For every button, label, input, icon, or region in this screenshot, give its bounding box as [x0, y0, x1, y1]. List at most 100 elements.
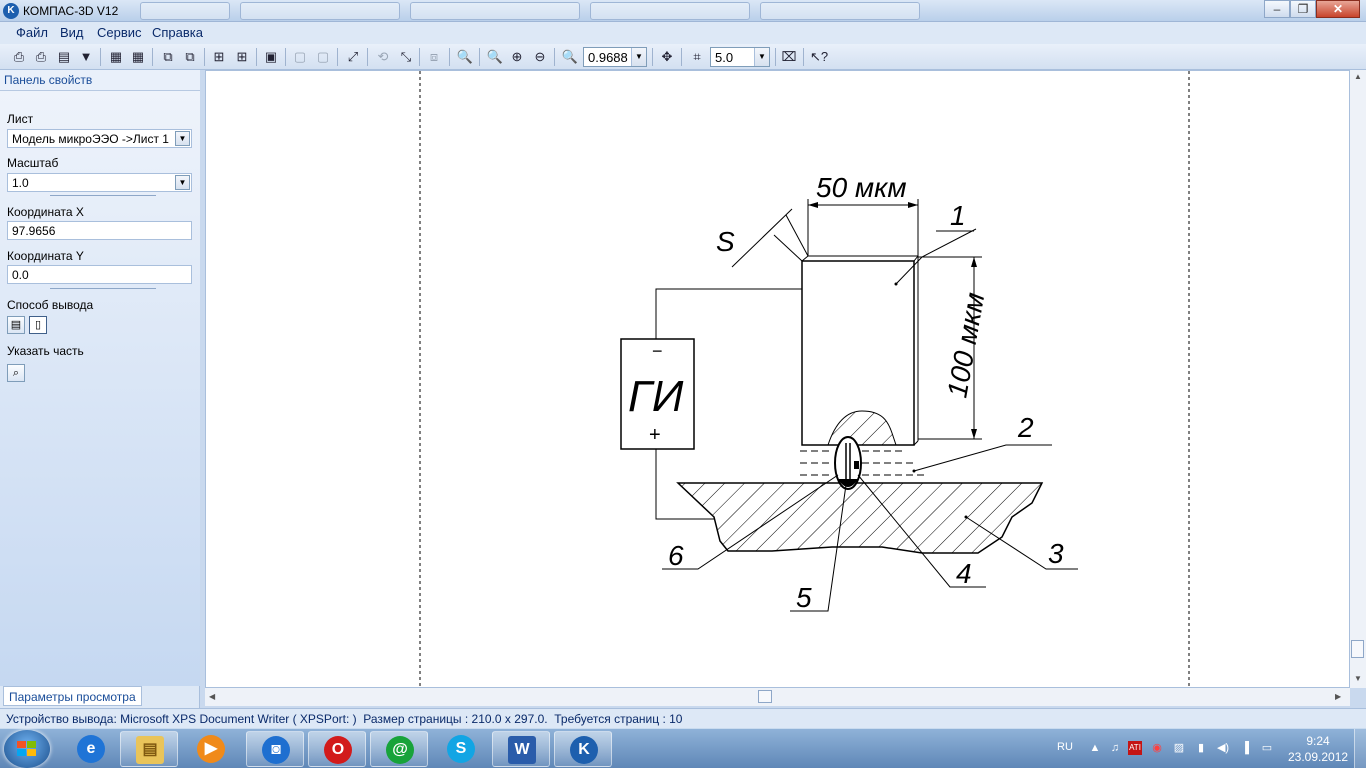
- show-desktop-button[interactable]: [1354, 729, 1366, 768]
- signal-icon[interactable]: ▐: [1238, 741, 1252, 755]
- tray-expand-icon[interactable]: ▲: [1088, 741, 1102, 755]
- battery-icon[interactable]: ▭: [1260, 741, 1274, 755]
- y-input[interactable]: 0.0: [7, 265, 192, 284]
- zoom-out-icon[interactable]: ⊖: [531, 48, 549, 66]
- copy-sheet-icon[interactable]: ⧉: [159, 48, 177, 66]
- usb-icon[interactable]: ▮: [1194, 741, 1208, 755]
- sheet-label: Лист: [7, 112, 34, 126]
- ati-icon[interactable]: ATI: [1128, 741, 1142, 755]
- chevron-down-icon[interactable]: ▼: [175, 175, 190, 190]
- file-explorer-icon[interactable]: ▤: [120, 731, 178, 767]
- scale-select[interactable]: 1.0 ▼: [7, 173, 192, 192]
- layout-icon[interactable]: ▦: [107, 48, 125, 66]
- background-window-strip: [140, 2, 940, 20]
- wire-top: [655, 288, 802, 339]
- kompas-icon[interactable]: K: [554, 731, 612, 767]
- start-button[interactable]: [4, 730, 50, 768]
- arrange-sheets-icon[interactable]: ⧉: [181, 48, 199, 66]
- drawing-canvas[interactable]: 50 мкм 100 мкм S − ГИ + 1 2 3 4 5 6: [205, 70, 1350, 688]
- callout-4: 4: [956, 558, 972, 589]
- zoom-in-icon[interactable]: ⊕: [508, 48, 526, 66]
- divider: [50, 288, 156, 289]
- menu-file[interactable]: Файл: [16, 25, 48, 40]
- panel-header: Панель свойств: [0, 70, 200, 91]
- align-icon[interactable]: ⤡: [397, 48, 415, 66]
- vertical-scroll-thumb[interactable]: [1351, 640, 1364, 658]
- tray-app-icon[interactable]: ♫: [1108, 741, 1122, 755]
- scroll-left-icon[interactable]: ◀: [209, 692, 215, 701]
- chevron-down-icon[interactable]: ▼: [754, 48, 769, 66]
- select-part-icon[interactable]: ⌕: [7, 364, 25, 382]
- grid-icon[interactable]: ⊞: [210, 48, 228, 66]
- skype-icon[interactable]: S: [432, 731, 490, 767]
- horizontal-scrollbar[interactable]: ◀ ▶: [205, 688, 1350, 706]
- fit-sheet-icon[interactable]: ⤢: [344, 48, 362, 66]
- rotate-icon: ⟲: [377, 49, 389, 64]
- metro-app-icon[interactable]: ◙: [246, 731, 304, 767]
- close-preview-icon[interactable]: ⌧: [780, 48, 798, 66]
- zoom-combo[interactable]: 0.9688 ▼: [583, 47, 647, 67]
- scale-label: Масштаб: [7, 156, 59, 170]
- clock-time: 9:24: [1306, 734, 1330, 748]
- pan-icon[interactable]: ✥: [658, 48, 676, 66]
- media-player-icon[interactable]: ▶: [182, 731, 240, 767]
- grid-alt-icon[interactable]: ⊞: [233, 48, 251, 66]
- vertical-scrollbar[interactable]: ▲ ▼: [1350, 70, 1366, 688]
- tile-alt-icon: ▢: [316, 49, 330, 64]
- help-pointer-icon[interactable]: ↖?: [810, 48, 828, 66]
- zoom-frame-icon[interactable]: 🔍: [486, 48, 504, 66]
- opera-icon[interactable]: O: [308, 731, 366, 767]
- tab-view-params[interactable]: Параметры просмотра: [3, 686, 142, 706]
- language-indicator[interactable]: RU: [1057, 741, 1073, 753]
- sheet-value: Модель микроЭЭО ->Лист 1: [12, 132, 169, 146]
- zoom-scale-icon[interactable]: 🔍: [561, 48, 579, 66]
- move-step-icon[interactable]: ⌗: [688, 48, 706, 66]
- tray-opera-icon[interactable]: ◉: [1150, 741, 1164, 755]
- layout-alt-icon[interactable]: ▦: [129, 48, 147, 66]
- horizontal-scroll-thumb[interactable]: [758, 690, 772, 703]
- callout-1: 1: [950, 200, 966, 231]
- scroll-up-icon[interactable]: ▲: [1354, 72, 1362, 81]
- zoom-window-icon[interactable]: 🔍: [456, 48, 474, 66]
- menu-bar: Файл Вид Сервис Справка: [0, 22, 1366, 44]
- generator-minus: −: [652, 341, 663, 361]
- properties-panel: Панель свойств Лист Модель микроЭЭО ->Ли…: [0, 70, 200, 708]
- volume-icon[interactable]: ◀): [1216, 741, 1230, 755]
- mail-agent-icon[interactable]: @: [370, 731, 428, 767]
- step-combo[interactable]: 5.0 ▼: [710, 47, 770, 67]
- output-page-icon[interactable]: ▤: [7, 316, 25, 334]
- table-icon[interactable]: ▣: [262, 48, 280, 66]
- scale-value: 1.0: [12, 176, 29, 190]
- menu-service[interactable]: Сервис: [97, 25, 142, 40]
- window-controls: – ❐ ✕: [1264, 0, 1360, 20]
- print-icon[interactable]: ⎙: [10, 48, 28, 66]
- minimize-icon[interactable]: –: [1264, 0, 1290, 18]
- chevron-down-icon[interactable]: ▼: [631, 48, 646, 66]
- filter-icon[interactable]: ▼: [77, 48, 95, 66]
- word-icon[interactable]: W: [492, 731, 550, 767]
- y-value: 0.0: [12, 268, 29, 282]
- clock-date: 23.09.2012: [1288, 750, 1349, 764]
- network-icon[interactable]: ▨: [1172, 741, 1186, 755]
- page-setup-icon[interactable]: ▤: [55, 48, 73, 66]
- menu-view[interactable]: Вид: [60, 25, 84, 40]
- generator-plus: +: [649, 424, 661, 446]
- scroll-down-icon[interactable]: ▼: [1354, 674, 1362, 683]
- output-label: Способ вывода: [7, 298, 94, 312]
- divider: [50, 195, 156, 196]
- callout-2: 2: [1017, 412, 1034, 443]
- x-label: Координата X: [7, 205, 84, 219]
- chevron-down-icon[interactable]: ▼: [175, 131, 190, 146]
- clock[interactable]: 9:24 23.09.2012: [1288, 733, 1348, 765]
- sheet-select[interactable]: Модель микроЭЭО ->Лист 1 ▼: [7, 129, 192, 148]
- kompas-logo-icon: K: [3, 3, 19, 19]
- scroll-right-icon[interactable]: ▶: [1335, 692, 1341, 701]
- restore-icon[interactable]: ❐: [1290, 0, 1316, 18]
- panel-body: Лист Модель микроЭЭО ->Лист 1 ▼ Масштаб …: [0, 91, 200, 686]
- print-preview-icon[interactable]: ⎙: [32, 48, 50, 66]
- output-sheet-icon[interactable]: ▯: [29, 316, 47, 334]
- internet-explorer-icon[interactable]: e: [62, 731, 120, 767]
- menu-help[interactable]: Справка: [152, 25, 203, 40]
- x-input[interactable]: 97.9656: [7, 221, 192, 240]
- close-icon[interactable]: ✕: [1316, 0, 1360, 18]
